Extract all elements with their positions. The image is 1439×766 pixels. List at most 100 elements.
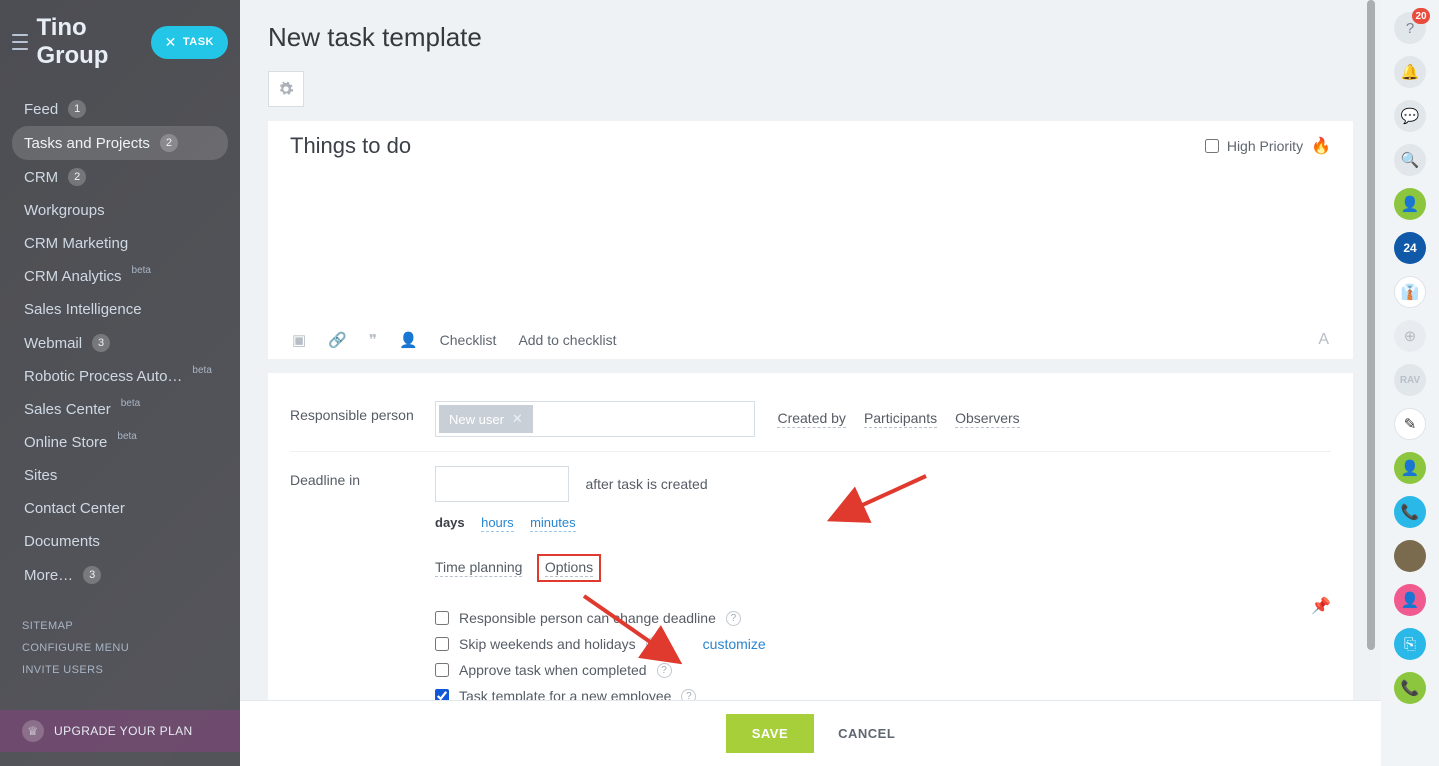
options-link[interactable]: Options xyxy=(545,559,593,577)
beta-badge: beta xyxy=(121,398,140,409)
call-button[interactable]: 📞 xyxy=(1394,496,1426,528)
sidebar-item-label: Tasks and Projects xyxy=(24,135,150,152)
new-task-button[interactable]: ✕TASK xyxy=(151,26,228,59)
task-title-input[interactable]: Things to do xyxy=(290,133,411,159)
created-by-link[interactable]: Created by xyxy=(777,410,845,428)
save-button[interactable]: SAVE xyxy=(726,714,814,753)
contact-avatar[interactable] xyxy=(1394,540,1426,572)
flame-icon: 🔥 xyxy=(1311,136,1331,156)
b24-button[interactable]: 24 xyxy=(1394,232,1426,264)
sidebar: Tino Group ✕TASK Feed1Tasks and Projects… xyxy=(0,0,240,766)
opt-change-deadline-label: Responsible person can change deadline xyxy=(459,610,716,626)
high-priority-checkbox[interactable] xyxy=(1205,139,1219,153)
sidebar-item-label: Sites xyxy=(24,467,57,484)
sidebar-item-label: More… xyxy=(24,567,73,584)
contact-avatar[interactable]: 👤 xyxy=(1394,584,1426,616)
sitemap-link[interactable]: SITEMAP xyxy=(22,620,218,632)
sidebar-item[interactable]: Feed 1 xyxy=(12,92,228,126)
count-badge: 2 xyxy=(68,168,86,186)
deadline-after-text: after task is created xyxy=(585,476,707,492)
checklist-button[interactable]: Checklist xyxy=(440,332,497,348)
sidebar-item[interactable]: Sales Intelligence xyxy=(12,293,228,326)
task-description-editor[interactable] xyxy=(268,171,1353,321)
responsible-label: Responsible person xyxy=(290,401,435,437)
sidebar-item-label: Sales Intelligence xyxy=(24,301,142,318)
invite-users-link[interactable]: INVITE USERS xyxy=(22,664,218,676)
deadline-value-input[interactable] xyxy=(435,466,569,502)
mention-icon[interactable]: 👤 xyxy=(399,331,418,349)
pin-icon[interactable]: 📌 xyxy=(1311,596,1331,616)
sidebar-item-label: Contact Center xyxy=(24,500,125,517)
opt-skip-weekends-checkbox[interactable] xyxy=(435,637,449,651)
help-button[interactable]: ?20 xyxy=(1394,12,1426,44)
unit-minutes[interactable]: minutes xyxy=(530,515,576,532)
opt-approve-label: Approve task when completed xyxy=(459,662,647,678)
quote-icon[interactable]: ❞ xyxy=(369,331,377,349)
chat-button[interactable]: 💬 xyxy=(1394,100,1426,132)
notifications-button[interactable]: 🔔 xyxy=(1394,56,1426,88)
count-badge: 1 xyxy=(68,100,86,118)
cancel-button[interactable]: CANCEL xyxy=(838,726,895,741)
sidebar-item[interactable]: Sites xyxy=(12,459,228,492)
high-priority-label: High Priority xyxy=(1227,138,1303,154)
sidebar-item[interactable]: CRM2 xyxy=(12,160,228,194)
sidebar-item[interactable]: Documents xyxy=(12,525,228,558)
add-checklist-button[interactable]: Add to checklist xyxy=(518,332,616,348)
contact-avatar[interactable]: ⊕ xyxy=(1394,320,1426,352)
opt-change-deadline-checkbox[interactable] xyxy=(435,611,449,625)
sidebar-item[interactable]: Webmail3 xyxy=(12,326,228,360)
scrollbar[interactable] xyxy=(1367,0,1375,650)
contact-avatar[interactable]: 👤 xyxy=(1394,188,1426,220)
sidebar-item[interactable]: Tasks and Projects 2 xyxy=(12,126,228,160)
beta-badge: beta xyxy=(117,431,136,442)
contact-avatar[interactable]: ✎ xyxy=(1394,408,1426,440)
sidebar-item[interactable]: Sales Center beta xyxy=(12,393,228,426)
gear-icon xyxy=(278,81,294,97)
opt-approve-checkbox[interactable] xyxy=(435,663,449,677)
responsible-input[interactable]: New user ✕ xyxy=(435,401,755,437)
count-badge: 2 xyxy=(160,134,178,152)
text-format-icon[interactable]: A xyxy=(1318,331,1329,349)
contact-avatar[interactable]: 👔 xyxy=(1394,276,1426,308)
rail-action-button[interactable]: ⎘ xyxy=(1394,628,1426,660)
crown-icon: ♕ xyxy=(22,720,44,742)
call-button[interactable]: 📞 xyxy=(1394,672,1426,704)
main-panel: New task template Things to do High Prio… xyxy=(240,0,1381,766)
menu-icon[interactable] xyxy=(12,34,28,50)
assignee-chip: New user ✕ xyxy=(439,405,533,433)
contact-avatar[interactable]: 👤 xyxy=(1394,452,1426,484)
sidebar-item[interactable]: Robotic Process Auto…beta xyxy=(12,360,228,393)
time-planning-link[interactable]: Time planning xyxy=(435,559,522,577)
configure-menu-link[interactable]: CONFIGURE MENU xyxy=(22,642,218,654)
beta-badge: beta xyxy=(192,365,211,376)
beta-badge: beta xyxy=(132,265,151,276)
sidebar-item[interactable]: CRM Marketing xyxy=(12,227,228,260)
help-icon[interactable]: ? xyxy=(657,663,672,678)
observers-link[interactable]: Observers xyxy=(955,410,1020,428)
customize-link[interactable]: customize xyxy=(703,636,766,652)
participants-link[interactable]: Participants xyxy=(864,410,937,428)
unit-days[interactable]: days xyxy=(435,515,465,531)
close-icon: ✕ xyxy=(165,34,177,51)
upgrade-plan-banner[interactable]: ♕ UPGRADE YOUR PLAN xyxy=(0,710,240,752)
sidebar-item[interactable]: Workgroups xyxy=(12,194,228,227)
sidebar-item-label: CRM Analytics xyxy=(24,268,122,285)
help-icon[interactable]: ? xyxy=(646,637,661,652)
right-rail: ?20 🔔 💬 🔍 👤 24 👔 ⊕ RAV ✎ 👤 📞 👤 ⎘ 📞 xyxy=(1381,0,1439,766)
footer-bar: SAVE CANCEL xyxy=(240,700,1381,766)
link-icon[interactable]: 🔗 xyxy=(328,331,347,349)
help-icon[interactable]: ? xyxy=(726,611,741,626)
search-button[interactable]: 🔍 xyxy=(1394,144,1426,176)
sidebar-item[interactable]: Online Storebeta xyxy=(12,426,228,459)
remove-chip-icon[interactable]: ✕ xyxy=(512,411,523,427)
sidebar-item[interactable]: Contact Center xyxy=(12,492,228,525)
sidebar-item-label: Feed xyxy=(24,101,58,118)
settings-button[interactable] xyxy=(268,71,304,107)
contact-avatar[interactable]: RAV xyxy=(1394,364,1426,396)
sidebar-item-label: Sales Center xyxy=(24,401,111,418)
sidebar-item[interactable]: More… 3 xyxy=(12,558,228,592)
sidebar-item[interactable]: CRM Analytics beta xyxy=(12,260,228,293)
unit-hours[interactable]: hours xyxy=(481,515,514,532)
sidebar-item-label: CRM Marketing xyxy=(24,235,128,252)
attachment-icon[interactable]: ▣ xyxy=(292,331,306,349)
